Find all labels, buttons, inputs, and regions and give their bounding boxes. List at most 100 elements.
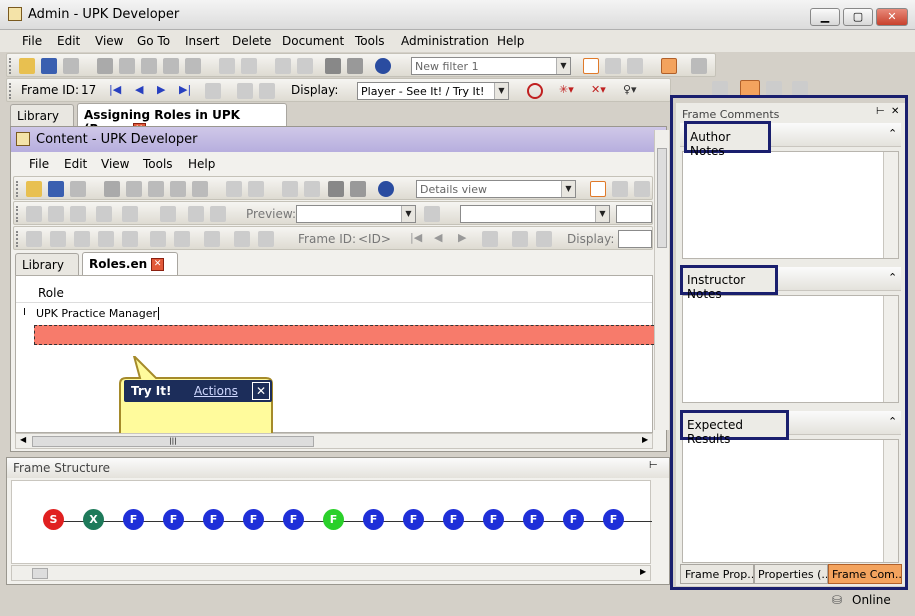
frame-node[interactable]: F bbox=[123, 509, 144, 530]
scroll-left-icon[interactable]: ◀ bbox=[20, 435, 26, 444]
expand-icon[interactable] bbox=[282, 181, 298, 197]
content-menu-edit[interactable]: Edit bbox=[64, 157, 87, 171]
frame-node[interactable]: F bbox=[403, 509, 424, 530]
frame-node[interactable]: F bbox=[163, 509, 184, 530]
next-frame-icon[interactable]: ▶ bbox=[157, 83, 173, 99]
menu-insert[interactable]: Insert bbox=[185, 34, 219, 48]
help-icon[interactable] bbox=[375, 58, 391, 74]
preview-target-combo[interactable]: ▼ bbox=[460, 205, 610, 223]
first-frame-icon[interactable]: |◀ bbox=[109, 83, 125, 99]
view-combo[interactable]: Details view ▼ bbox=[416, 180, 576, 198]
frame-node[interactable]: X bbox=[83, 509, 104, 530]
collapse-icon[interactable] bbox=[304, 181, 320, 197]
preview-extra-combo[interactable] bbox=[616, 205, 652, 223]
alternative-action-icon[interactable] bbox=[237, 83, 253, 99]
paste-icon[interactable] bbox=[141, 58, 157, 74]
role-cell[interactable]: UPK Practice Manager bbox=[36, 307, 160, 320]
refresh-icon[interactable] bbox=[691, 58, 707, 74]
content-menu-view[interactable]: View bbox=[101, 157, 129, 171]
find-icon[interactable] bbox=[325, 58, 341, 74]
print-icon[interactable] bbox=[70, 181, 86, 197]
scroll-thumb[interactable] bbox=[32, 568, 48, 579]
outline-icon[interactable] bbox=[26, 206, 42, 222]
expand-icon[interactable] bbox=[275, 58, 291, 74]
frame-node[interactable]: F bbox=[243, 509, 264, 530]
close-tab-icon[interactable]: ✕ bbox=[151, 258, 165, 271]
publish-icon[interactable] bbox=[661, 58, 677, 74]
alternative-path-icon[interactable] bbox=[259, 83, 275, 99]
content-menu-tools[interactable]: Tools bbox=[143, 157, 173, 171]
branch-icon[interactable] bbox=[482, 231, 498, 247]
frame-node[interactable]: F bbox=[443, 509, 464, 530]
menu-document[interactable]: Document bbox=[282, 34, 344, 48]
content-menu-help[interactable]: Help bbox=[188, 157, 215, 171]
link-icon[interactable] bbox=[160, 206, 176, 222]
pencil-icon[interactable] bbox=[234, 231, 250, 247]
toolbar-grip[interactable] bbox=[16, 181, 19, 197]
redo-icon[interactable] bbox=[248, 181, 264, 197]
preview-combo[interactable]: ▼ bbox=[296, 205, 416, 223]
target-icon[interactable] bbox=[527, 83, 543, 99]
tab-library[interactable]: Library bbox=[10, 104, 74, 126]
menu-tools[interactable]: Tools bbox=[355, 34, 385, 48]
branch-icon[interactable] bbox=[205, 83, 221, 99]
print-icon[interactable] bbox=[63, 58, 79, 74]
cut-icon[interactable] bbox=[97, 58, 113, 74]
frame-node[interactable]: F bbox=[523, 509, 544, 530]
list-view-icon[interactable] bbox=[612, 181, 628, 197]
columns-icon[interactable] bbox=[627, 58, 643, 74]
bubble-close-icon[interactable]: ✕ bbox=[252, 382, 270, 400]
insert-frame-icon[interactable] bbox=[26, 231, 42, 247]
vscroll-thumb[interactable] bbox=[657, 148, 667, 248]
prev-frame-icon[interactable]: ◀ bbox=[434, 231, 450, 247]
menu-go-to[interactable]: Go To bbox=[137, 34, 170, 48]
spellcheck-icon[interactable] bbox=[347, 58, 363, 74]
topic-icon[interactable] bbox=[96, 206, 112, 222]
question-icon[interactable] bbox=[122, 206, 138, 222]
scroll-thumb[interactable]: ||| bbox=[32, 436, 314, 447]
chevron-down-icon[interactable]: ▼ bbox=[401, 206, 415, 222]
bubble-actions-link[interactable]: Actions bbox=[194, 384, 238, 398]
menu-help[interactable]: Help bbox=[497, 34, 524, 48]
toolbar-grip[interactable] bbox=[9, 83, 12, 99]
screenshot-icon[interactable] bbox=[98, 231, 114, 247]
toolbar-grip[interactable] bbox=[16, 231, 19, 247]
open-icon[interactable] bbox=[19, 58, 35, 74]
minimize-button[interactable]: ▁ bbox=[810, 8, 840, 26]
alternative-path-icon[interactable] bbox=[536, 231, 552, 247]
prev-frame-icon[interactable]: ◀ bbox=[135, 83, 151, 99]
redo-icon[interactable] bbox=[241, 58, 257, 74]
copy-icon[interactable] bbox=[119, 58, 135, 74]
last-frame-icon[interactable]: ▶| bbox=[179, 83, 195, 99]
details-view-icon[interactable] bbox=[590, 181, 606, 197]
frame-node[interactable]: F bbox=[283, 509, 304, 530]
chevron-down-icon[interactable]: ▼ bbox=[561, 181, 575, 197]
tab-library-inner[interactable]: Library bbox=[15, 253, 79, 275]
content-display-combo[interactable] bbox=[618, 230, 652, 248]
menu-file[interactable]: File bbox=[22, 34, 42, 48]
tab-roles[interactable]: Roles.en ✕ bbox=[82, 252, 178, 275]
bubble-icon[interactable]: ♀▾ bbox=[623, 83, 639, 99]
frame-icon[interactable] bbox=[74, 231, 90, 247]
help-icon[interactable] bbox=[378, 181, 394, 197]
remove-action-icon[interactable]: ✕▾ bbox=[591, 83, 607, 99]
display-combo[interactable]: Player - See It! / Try It! ▼ bbox=[357, 82, 509, 100]
close-button[interactable]: ✕ bbox=[876, 8, 908, 26]
content-vscrollbar[interactable] bbox=[654, 130, 669, 430]
section-icon[interactable] bbox=[70, 206, 86, 222]
delete-icon[interactable] bbox=[163, 58, 179, 74]
frame-node[interactable]: F bbox=[603, 509, 624, 530]
filter-combo[interactable]: New filter 1 ▼ bbox=[411, 57, 571, 75]
save-icon[interactable] bbox=[41, 58, 57, 74]
table-row[interactable]: I UPK Practice Manager bbox=[16, 304, 652, 324]
chevron-down-icon[interactable]: ▼ bbox=[494, 83, 508, 99]
delete-frame-icon[interactable] bbox=[50, 231, 66, 247]
frame-node[interactable]: F bbox=[203, 509, 224, 530]
module-icon[interactable] bbox=[48, 206, 64, 222]
down-icon[interactable] bbox=[174, 231, 190, 247]
open-icon[interactable] bbox=[26, 181, 42, 197]
toolbar-grip[interactable] bbox=[16, 206, 19, 222]
go-icon[interactable] bbox=[424, 206, 440, 222]
scroll-right-icon[interactable]: ▶ bbox=[642, 435, 648, 444]
list-view-icon[interactable] bbox=[605, 58, 621, 74]
